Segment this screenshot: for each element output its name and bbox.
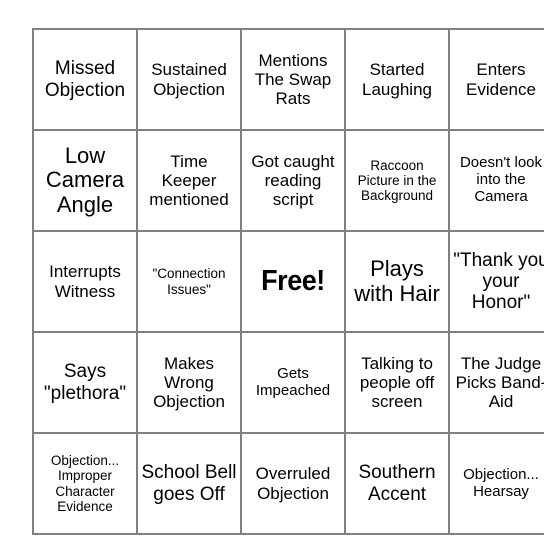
bingo-cell[interactable]: Objection... Improper Character Evidence — [32, 432, 138, 535]
bingo-grid: Missed Objection Sustained Objection Menti… — [32, 28, 544, 535]
bingo-row: Low Camera Angle Time Keeper mentioned Got… — [32, 129, 544, 232]
bingo-row: Missed Objection Sustained Objection Menti… — [32, 28, 544, 131]
bingo-cell[interactable]: Talking to people off screen — [344, 331, 450, 434]
bingo-cell[interactable]: Raccoon Picture in the Background — [344, 129, 450, 232]
bingo-cell[interactable]: School Bell goes Off — [136, 432, 242, 535]
bingo-cell[interactable]: Mentions The Swap Rats — [240, 28, 346, 131]
bingo-cell[interactable]: Doesn't look into the Camera — [448, 129, 544, 232]
bingo-cell[interactable]: "Connection Issues" — [136, 230, 242, 333]
bingo-cell[interactable]: Sustained Objection — [136, 28, 242, 131]
bingo-row: Objection... Improper Character Evidence… — [32, 432, 544, 535]
bingo-cell[interactable]: Objection... Hearsay — [448, 432, 544, 535]
bingo-cell[interactable]: Southern Accent — [344, 432, 450, 535]
bingo-cell[interactable]: Makes Wrong Objection — [136, 331, 242, 434]
bingo-cell[interactable]: Missed Objection — [32, 28, 138, 131]
bingo-cell[interactable]: Interrupts Witness — [32, 230, 138, 333]
bingo-free-space[interactable]: Free! — [243, 230, 343, 333]
bingo-cell[interactable]: Gets Impeached — [240, 331, 346, 434]
bingo-cell[interactable]: The Judge Picks Band-Aid — [448, 331, 544, 434]
bingo-cell[interactable]: Got caught reading script — [240, 129, 346, 232]
bingo-row: Says "plethora" Makes Wrong Objection Gets… — [32, 331, 544, 434]
bingo-cell[interactable]: Says "plethora" — [32, 331, 138, 434]
bingo-card: Missed Objection Sustained Objection Menti… — [32, 28, 544, 535]
bingo-row: Interrupts Witness "Connection Issues" Fre… — [32, 230, 544, 333]
bingo-cell[interactable]: Overruled Objection — [240, 432, 346, 535]
bingo-cell[interactable]: Time Keeper mentioned — [136, 129, 242, 232]
bingo-cell[interactable]: Plays with Hair — [344, 230, 450, 333]
bingo-cell[interactable]: "Thank you your Honor" — [448, 230, 544, 333]
bingo-cell[interactable]: Low Camera Angle — [32, 129, 138, 232]
bingo-cell[interactable]: Started Laughing — [344, 28, 450, 131]
bingo-grid-body: Missed Objection Sustained Objection Menti… — [32, 28, 544, 535]
bingo-cell[interactable]: Enters Evidence — [448, 28, 544, 131]
